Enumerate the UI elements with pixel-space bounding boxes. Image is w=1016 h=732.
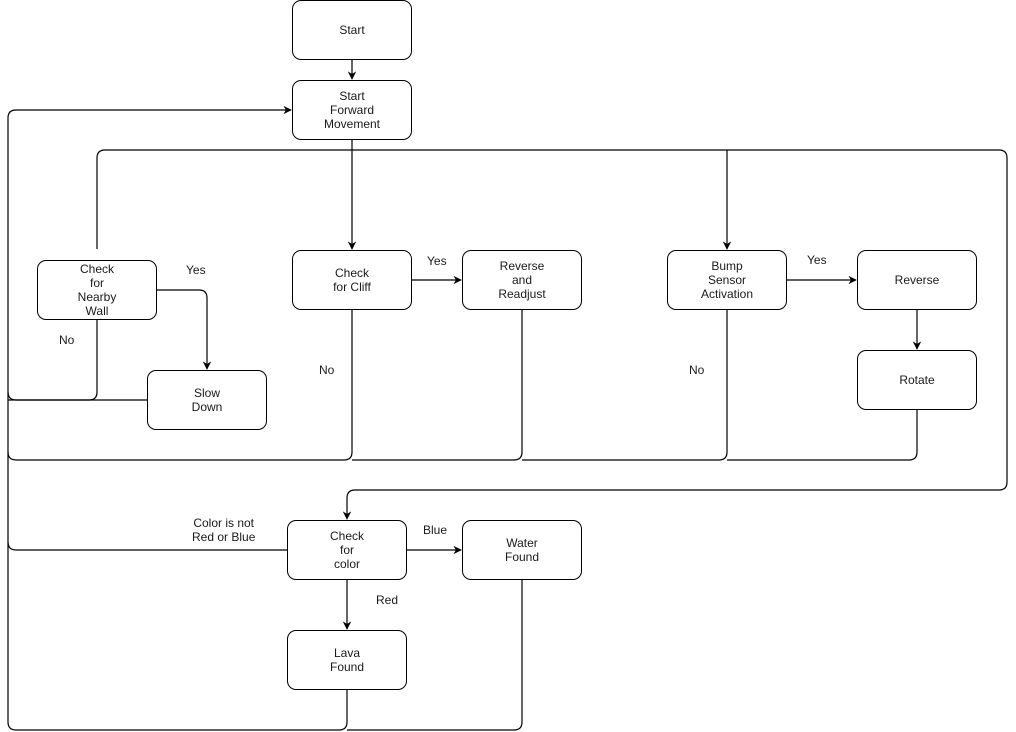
label-wall-no: No: [59, 333, 75, 347]
node-check-nearby-wall[interactable]: Check for Nearby Wall: [37, 260, 157, 320]
label-color-other: Color is not Red or Blue: [192, 516, 256, 544]
node-water-found[interactable]: Water Found: [462, 520, 582, 580]
edge-wall-no: [7, 320, 98, 401]
edge-wall-yes: [157, 289, 212, 370]
node-start[interactable]: Start: [292, 0, 412, 60]
label-bump-no: No: [689, 363, 705, 377]
node-reverse[interactable]: Reverse: [857, 250, 977, 310]
label-bump-yes: Yes: [807, 253, 827, 267]
node-lava-found[interactable]: Lava Found: [287, 630, 407, 690]
node-bump-sensor[interactable]: Bump Sensor Activation: [667, 250, 787, 310]
edge-readjust-back: [352, 310, 523, 461]
edge-bump-no: [522, 310, 728, 461]
node-reverse-readjust[interactable]: Reverse and Readjust: [462, 250, 582, 310]
label-color-blue: Blue: [423, 523, 448, 537]
label-color-red: Red: [376, 593, 399, 607]
edge-bus-top: [96, 149, 1008, 520]
edge-lava-back: [7, 690, 348, 731]
node-check-cliff[interactable]: Check for Cliff: [292, 250, 412, 310]
node-slow-down[interactable]: Slow Down: [147, 370, 267, 430]
label-wall-yes: Yes: [186, 263, 206, 277]
edge-rotate-back: [727, 410, 918, 461]
node-start-forward-movement[interactable]: Start Forward Movement: [292, 80, 412, 140]
label-cliff-yes: Yes: [427, 254, 447, 268]
node-rotate[interactable]: Rotate: [857, 350, 977, 410]
node-check-color[interactable]: Check for color: [287, 520, 407, 580]
label-cliff-no: No: [319, 363, 335, 377]
